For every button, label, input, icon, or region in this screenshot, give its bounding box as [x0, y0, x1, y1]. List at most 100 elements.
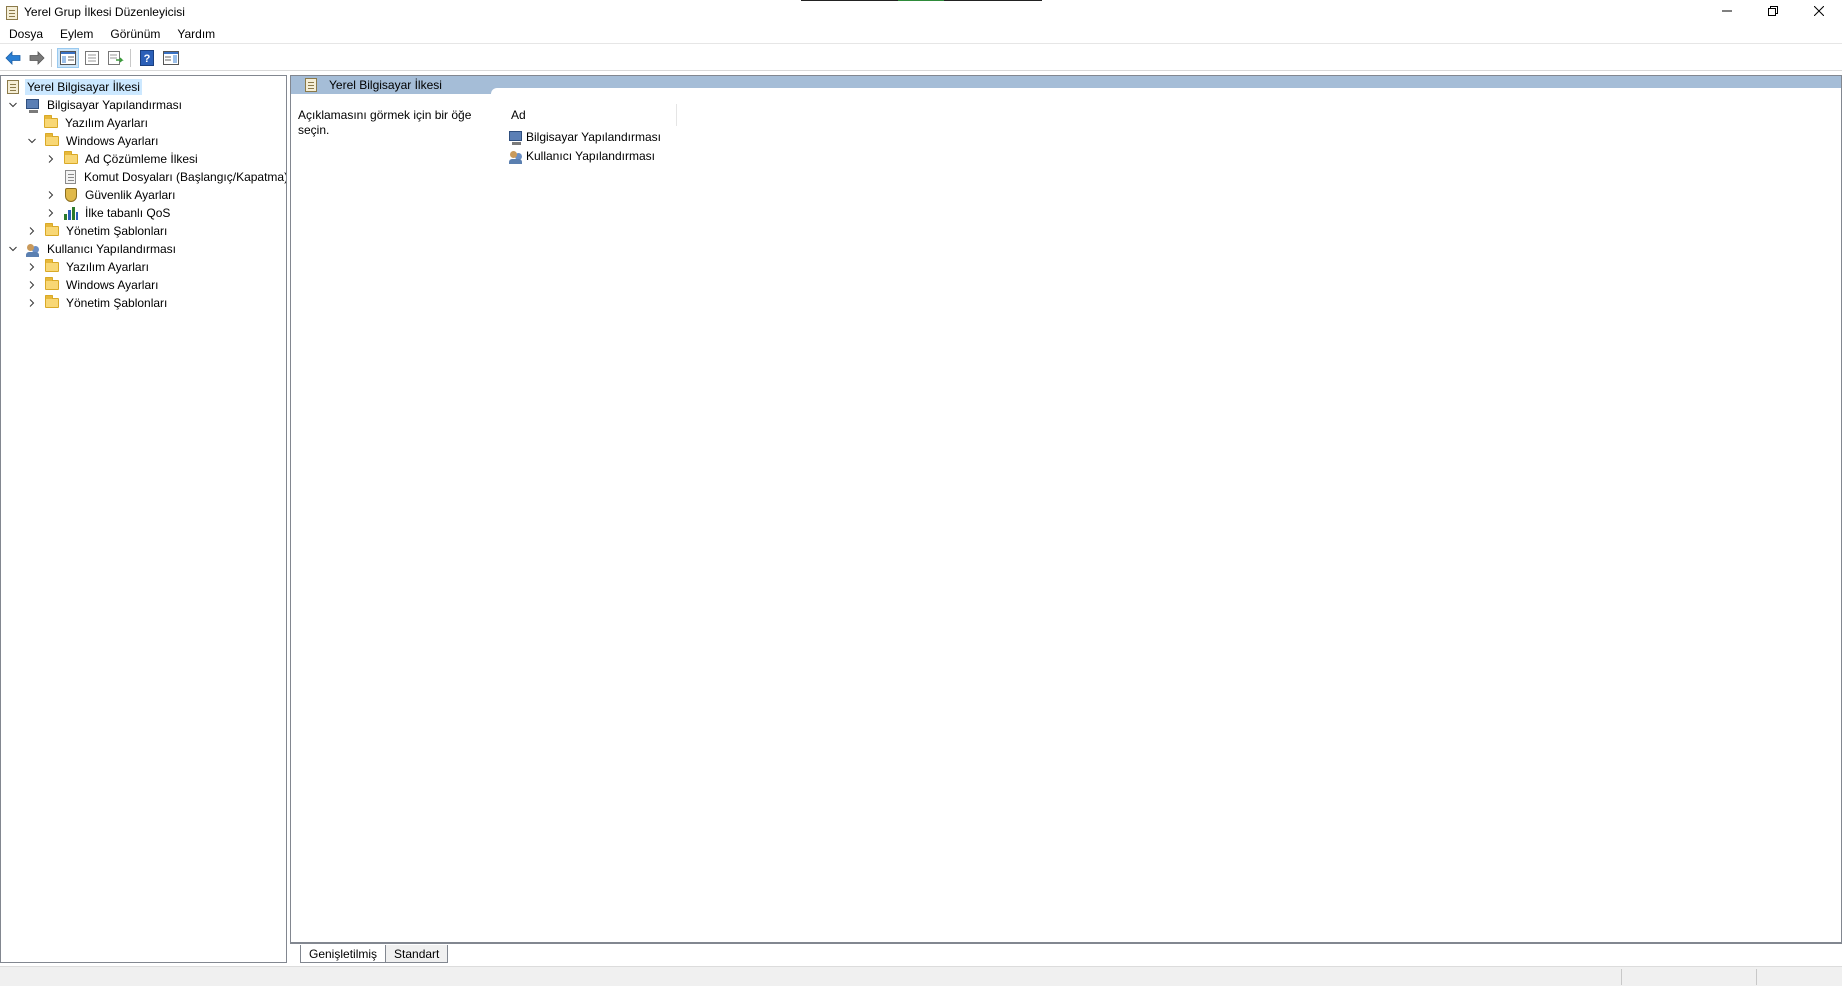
tree-item-label: Ad Çözümleme İlkesi	[85, 152, 198, 166]
toolbar-separator	[130, 49, 131, 67]
tree-item-label: Yönetim Şablonları	[66, 224, 168, 238]
folder-icon	[44, 133, 60, 149]
tree-item-user-configuration[interactable]: Kullanıcı Yapılandırması	[7, 240, 178, 258]
tree-item-security-settings[interactable]: Güvenlik Ayarları	[45, 186, 178, 204]
user-config-icon	[25, 241, 41, 257]
description-text: Açıklamasını görmek için bir öğe seçin.	[298, 108, 472, 137]
tree-item-label: Yerel Bilgisayar İlkesi	[25, 79, 142, 95]
view-tabs: Genişletilmiş Standart	[290, 943, 1842, 963]
show-tree-icon	[60, 51, 76, 65]
show-action-pane-button[interactable]	[160, 48, 182, 68]
close-button[interactable]	[1796, 0, 1842, 22]
show-hide-tree-button[interactable]	[57, 48, 79, 68]
tree-item-label: Windows Ayarları	[66, 278, 159, 292]
tree-item-label: Yazılım Ayarları	[65, 116, 148, 130]
collapsed-chevron-icon[interactable]	[26, 261, 38, 273]
tree-item-windows-settings[interactable]: Windows Ayarları	[26, 132, 160, 150]
svg-text:?: ?	[144, 53, 151, 65]
tree-item-user-administrative-templates[interactable]: Yönetim Şablonları	[26, 294, 169, 312]
list-item-label: Kullanıcı Yapılandırması	[526, 149, 655, 163]
tree-item-user-windows-settings[interactable]: Windows Ayarları	[26, 276, 160, 294]
collapsed-chevron-icon[interactable]	[26, 297, 38, 309]
folder-icon	[44, 223, 60, 239]
column-header-name[interactable]: Ad	[505, 104, 677, 126]
tree-item-computer-configuration[interactable]: Bilgisayar Yapılandırması	[7, 96, 184, 114]
forward-arrow-icon	[29, 51, 45, 65]
folder-icon	[44, 277, 60, 293]
tree-item-software-settings[interactable]: Yazılım Ayarları	[43, 114, 150, 132]
tree-item-user-software-settings[interactable]: Yazılım Ayarları	[26, 258, 151, 276]
menu-gorunum[interactable]: Görünüm	[101, 24, 168, 44]
tree-item-policy-based-qos[interactable]: İlke tabanlı QoS	[45, 204, 172, 222]
tree-item-label: Yönetim Şablonları	[66, 296, 168, 310]
console-tree[interactable]: Yerel Bilgisayar İlkesi Bilgisayar Yapıl…	[0, 75, 287, 963]
menu-bar: Dosya Eylem Görünüm Yardım	[0, 24, 1842, 44]
collapsed-chevron-icon[interactable]	[45, 189, 57, 201]
details-header: Yerel Bilgisayar İlkesi	[291, 76, 1841, 94]
folder-icon	[44, 259, 60, 275]
collapsed-chevron-icon[interactable]	[45, 153, 57, 165]
toolbar: ?	[0, 46, 1842, 71]
tree-item-label: Komut Dosyaları (Başlangıç/Kapatma)	[84, 170, 287, 184]
collapsed-chevron-icon[interactable]	[26, 279, 38, 291]
app-policy-icon	[4, 5, 18, 20]
folder-icon	[44, 295, 60, 311]
tree-item-label: Güvenlik Ayarları	[85, 188, 176, 202]
collapsed-chevron-icon[interactable]	[26, 225, 38, 237]
restore-button[interactable]	[1750, 0, 1796, 22]
tree-item-administrative-templates[interactable]: Yönetim Şablonları	[26, 222, 169, 240]
menu-eylem[interactable]: Eylem	[51, 24, 101, 44]
help-button[interactable]: ?	[136, 48, 158, 68]
properties-button[interactable]	[81, 48, 103, 68]
qos-chart-icon	[63, 205, 79, 221]
minimize-button[interactable]	[1704, 0, 1750, 22]
policy-icon	[303, 77, 319, 93]
forward-button[interactable]	[26, 48, 48, 68]
tree-item-label: Kullanıcı Yapılandırması	[47, 242, 176, 256]
folder-icon	[43, 115, 59, 131]
restore-icon	[1768, 6, 1778, 16]
minimize-icon	[1722, 10, 1732, 12]
computer-config-icon	[508, 129, 524, 145]
menu-dosya[interactable]: Dosya	[0, 24, 51, 44]
show-pane-icon	[163, 51, 179, 65]
help-icon: ?	[140, 50, 154, 66]
taskbar-accent-green	[898, 0, 944, 1]
status-bar	[0, 966, 1842, 986]
policy-icon	[5, 79, 21, 95]
header-notch	[491, 88, 1841, 94]
title-bar: Yerel Grup İlkesi Düzenleyicisi	[0, 0, 1842, 24]
list-item-user-configuration[interactable]: Kullanıcı Yapılandırması	[508, 147, 655, 165]
tree-item-name-resolution-policy[interactable]: Ad Çözümleme İlkesi	[45, 150, 200, 168]
status-separator	[1756, 969, 1757, 985]
expanded-chevron-icon[interactable]	[7, 243, 19, 255]
script-icon	[62, 169, 78, 185]
tab-standard[interactable]: Standart	[386, 945, 449, 963]
tree-item-label: Yazılım Ayarları	[66, 260, 149, 274]
window-controls	[1704, 0, 1842, 22]
tree-item-local-computer-policy[interactable]: Yerel Bilgisayar İlkesi	[5, 78, 142, 96]
list-item-computer-configuration[interactable]: Bilgisayar Yapılandırması	[508, 128, 661, 146]
properties-icon	[85, 51, 99, 65]
toolbar-separator	[51, 49, 52, 67]
expanded-chevron-icon[interactable]	[7, 99, 19, 111]
window-title: Yerel Grup İlkesi Düzenleyicisi	[24, 5, 185, 19]
tab-extended[interactable]: Genişletilmiş	[300, 945, 387, 963]
tree-item-scripts[interactable]: Komut Dosyaları (Başlangıç/Kapatma)	[62, 168, 287, 186]
security-icon	[63, 187, 79, 203]
tree-item-label: İlke tabanlı QoS	[85, 206, 171, 220]
menu-yardim[interactable]: Yardım	[168, 24, 223, 44]
close-icon	[1814, 6, 1824, 16]
status-separator	[1621, 969, 1622, 985]
expanded-chevron-icon[interactable]	[26, 135, 38, 147]
user-config-icon	[508, 148, 524, 164]
collapsed-chevron-icon[interactable]	[45, 207, 57, 219]
export-list-button[interactable]	[105, 48, 127, 68]
tree-item-label: Windows Ayarları	[66, 134, 159, 148]
back-button[interactable]	[2, 48, 24, 68]
details-header-title: Yerel Bilgisayar İlkesi	[329, 78, 442, 92]
export-list-icon	[108, 51, 124, 65]
computer-config-icon	[25, 97, 41, 113]
folder-icon	[63, 151, 79, 167]
details-pane: Yerel Bilgisayar İlkesi Açıklamasını gör…	[290, 75, 1842, 943]
